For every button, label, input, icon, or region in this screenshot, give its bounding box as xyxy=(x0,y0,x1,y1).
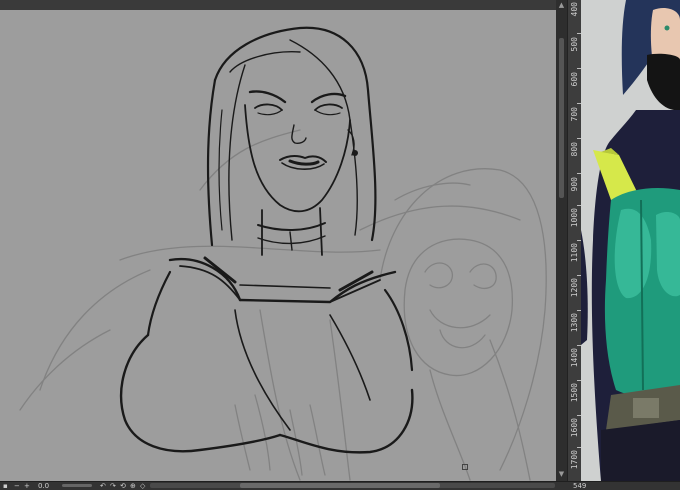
reference-character-image xyxy=(581,0,680,481)
reference-image-panel xyxy=(581,0,680,481)
ruler-label: 1100 xyxy=(570,243,579,263)
horizontal-scroll-thumb[interactable] xyxy=(240,483,440,488)
ruler-label: 1400 xyxy=(570,348,579,368)
main-line-art xyxy=(120,26,414,454)
horizontal-scrollbar[interactable] xyxy=(150,483,555,488)
ruler-label: 400 xyxy=(570,2,579,17)
ruler-label: 900 xyxy=(570,177,579,192)
ruler-label: 1300 xyxy=(570,313,579,333)
scroll-down-icon[interactable]: ▼ xyxy=(557,470,566,479)
ruler-label: 1000 xyxy=(570,208,579,228)
vertical-ruler: 400 500 600 700 800 900 1000 1100 1200 1… xyxy=(567,0,582,481)
scroll-up-icon[interactable]: ▲ xyxy=(557,1,566,10)
sketch-artwork xyxy=(19,26,547,481)
ruler-label: 500 xyxy=(570,37,579,52)
background-sketch xyxy=(19,129,547,481)
top-toolbar-strip xyxy=(0,0,556,10)
vertical-scroll-thumb[interactable] xyxy=(559,38,564,198)
drawing-canvas[interactable] xyxy=(0,10,556,481)
canvas-marker xyxy=(462,464,468,470)
zoom-slider[interactable] xyxy=(62,484,92,487)
ruler-label: 600 xyxy=(570,72,579,87)
ruler-label: 1600 xyxy=(570,418,579,438)
ruler-label: 1500 xyxy=(570,383,579,403)
ruler-label: 1700 xyxy=(570,450,579,470)
ruler-label: 1200 xyxy=(570,278,579,298)
ruler-label: 800 xyxy=(570,142,579,157)
ruler-label: 700 xyxy=(570,107,579,122)
vertical-scrollbar[interactable]: ▲ ▼ xyxy=(556,0,567,481)
